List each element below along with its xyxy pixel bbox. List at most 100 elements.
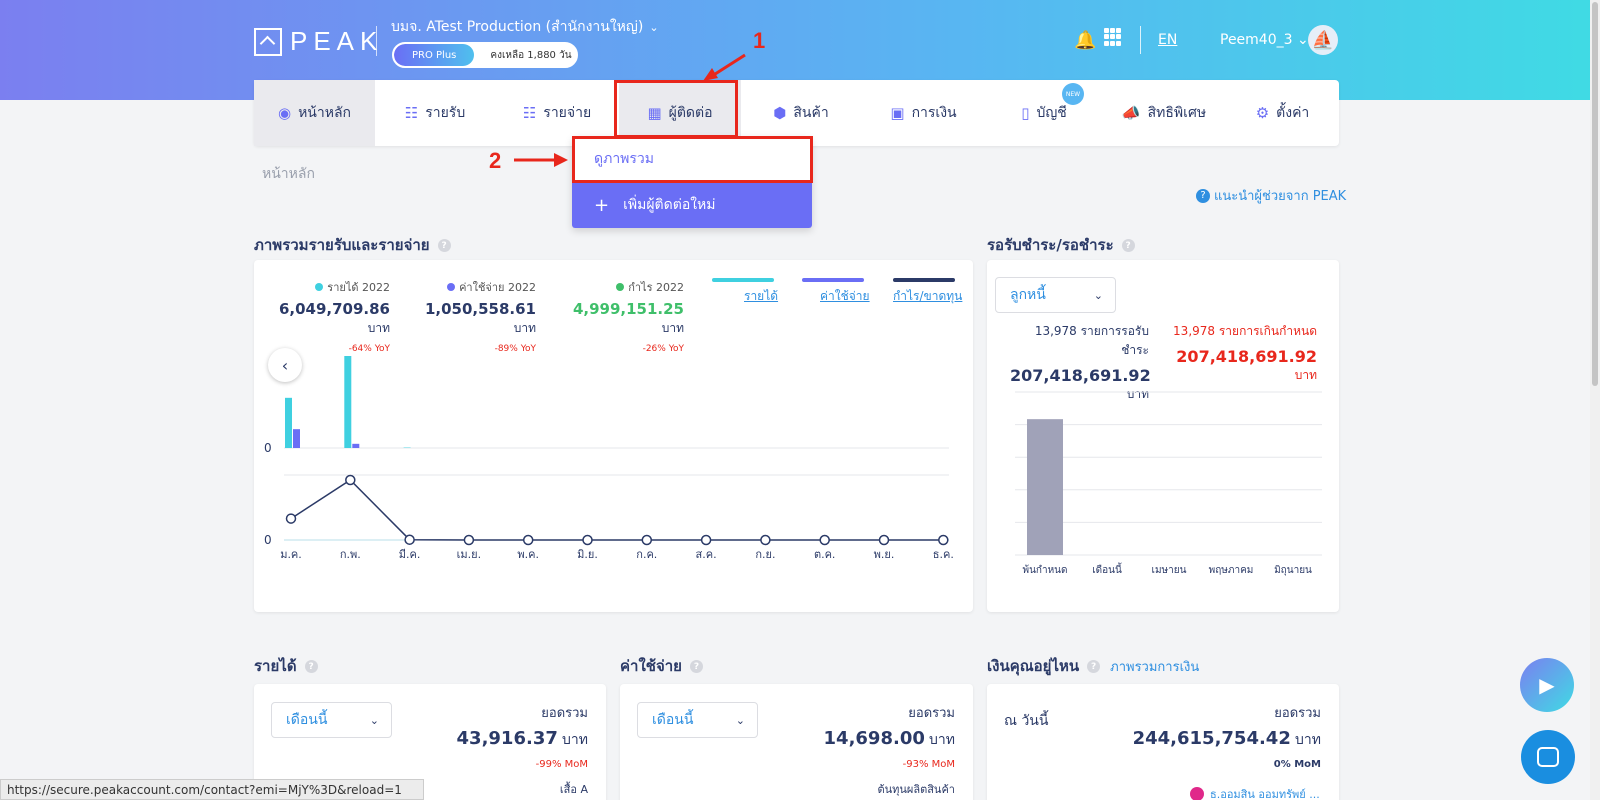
x-tick-label: เม.ย. [457,548,481,561]
question-icon: ? [1196,188,1210,203]
bar-revenue [344,356,352,448]
x-tick-label: ส.ค. [696,548,717,561]
profit-point [700,534,712,546]
bell-icon[interactable]: 🔔 [1074,30,1096,51]
nav-item-finance[interactable]: ▣ การเงิน [861,80,986,146]
company-name: บมจ. ATest Production (สำนักงานใหญ่) [391,19,644,35]
peak-logo[interactable]: PEAK [254,26,383,57]
legend-line-expense [802,278,864,282]
overdue-amount: 207,418,691.92 [1176,347,1317,366]
help-icon[interactable]: ? [304,660,318,673]
apps-grid-icon[interactable] [1104,28,1122,46]
x-tick-label: มิถุนายน [1274,565,1312,576]
user-menu[interactable]: Peem40_3 ⌄ [1220,32,1309,48]
chat-button[interactable] [1521,730,1575,784]
scrollbar-thumb[interactable] [1592,2,1598,386]
avatar[interactable]: ⛵ [1308,25,1338,55]
money-mom: 0% MoM [1273,759,1321,770]
expense-mom: -93% MoM [902,759,955,770]
help-icon[interactable]: ? [1121,239,1135,252]
x-tick-label: พ้นกำหนด [1022,564,1067,576]
x-tick-label: พ.ย. [874,548,895,561]
expense-title: ค่าใช้จ่าย? [620,654,703,678]
company-selector[interactable]: บมจ. ATest Production (สำนักงานใหญ่) ⌄ [391,16,659,38]
chevron-left-icon: ‹ [281,355,289,375]
help-icon[interactable]: ? [1087,660,1101,673]
income-period-select[interactable]: เดือนนี้ ⌄ [271,702,392,738]
select-value: ลูกหนี้ [1010,287,1046,303]
profit-point [582,534,593,546]
profit-point [285,513,297,524]
money-total: ยอดรวม 244,615,754.42 บาท 0% MoM [1120,702,1321,770]
user-name: Peem40_3 [1220,32,1293,48]
profit-dot [616,283,625,291]
language-switch[interactable]: EN [1158,32,1177,48]
tutorial-play-button[interactable]: ▶ [1520,658,1574,712]
bank-account-item[interactable]: ธ.ออมสิน ออมทรัพย์ ... [1190,785,1320,800]
income-unit: บาท [562,732,588,748]
profit-point [878,534,890,546]
annotation-box-1 [614,80,738,138]
logo-divider [376,26,377,56]
overview-chart: 0 0 ม.ค. ก.พ. มี.ค. เม.ย. พ.ค. มิ.ย. ก.ค. ส.ค. ก.ย… [264,356,954,561]
stat-unit: บาท [661,321,684,335]
help-icon[interactable]: ? [437,239,451,252]
nav-item-privileges[interactable]: 📣 สิทธิพิเศษ [1102,80,1226,146]
income-list-icon: ☷ [404,104,419,122]
bank-account-name: ธ.ออมสิน ออมทรัพย์ ... [1210,788,1320,800]
breadcrumb[interactable]: หน้าหลัก [262,163,315,185]
annotation-arrowhead-2 [554,153,568,167]
nav-item-income[interactable]: ☷ รายรับ [375,80,495,146]
receivables-chart: พ้นกำหนด เดือนนี้ เมษายน พฤษภาคม มิถุนายน [1015,391,1322,576]
stat-unit: บาท [513,321,536,335]
legend-profit[interactable]: กำไร/ขาดทุน [893,287,962,306]
nav-item-accounting[interactable]: ▯ บัญชี [986,80,1102,146]
select-value: เดือนนี้ [286,712,328,728]
header-divider [1140,26,1141,54]
revenue-dot [315,283,324,291]
total-label: ยอดรวม [541,706,588,721]
x-tick-label: ต.ค. [814,548,836,561]
profit-point [641,534,653,546]
money-unit: บาท [1295,732,1321,748]
finance-overview-link[interactable]: ภาพรวมการเงิน [1110,660,1199,675]
logo-mark-icon [254,27,282,56]
overview-title-text: ภาพรวมรายรับและรายจ่าย [254,236,430,254]
legend-revenue[interactable]: รายได้ [744,287,778,306]
plan-tag: PRO Plus [394,44,475,66]
chevron-down-icon: ⌄ [1296,32,1309,48]
receivables-type-select[interactable]: ลูกหนี้ ⌄ [995,277,1116,313]
overdue-summary: 13,978 รายการเกินกำหนด 207,418,691.92 บา… [1172,322,1317,385]
annotation-box-2 [572,136,813,183]
helper-link[interactable]: ? แนะนำผู้ช่วยจาก PEAK [1196,185,1346,206]
x-tick-label: เมษายน [1152,565,1187,576]
help-icon[interactable]: ? [689,660,703,673]
play-icon: ▶ [1539,673,1555,697]
dropdown-item-add-contact[interactable]: + เพิ่มผู้ติดต่อใหม่ [572,182,812,228]
x-tick-label: พ.ค. [517,548,539,561]
chat-icon [1537,747,1559,767]
income-title: รายได้? [254,654,318,678]
expense-period-select[interactable]: เดือนนี้ ⌄ [637,702,758,738]
nav-item-home[interactable]: ◉ หน้าหลัก [254,80,375,146]
status-bar-url: https://secure.peakaccount.com/contact?e… [0,779,424,800]
x-tick-label: ธ.ค. [933,548,954,561]
chevron-down-icon: ⌄ [1093,288,1103,302]
bar-zero-label: 0 [264,441,272,455]
overdue-count: 13,978 รายการเกินกำหนด [1173,324,1317,338]
box-icon: ⬢ [773,104,787,122]
stat-label: ค่าใช้จ่าย 2022 [459,281,536,294]
x-tick-label: ก.ค. [636,548,657,561]
overview-title: ภาพรวมรายรับและรายจ่าย? [254,233,451,257]
stat-value: 4,999,151.25 [572,300,684,318]
x-tick-label: มี.ค. [399,548,421,561]
plan-badge[interactable]: PRO Plus คงเหลือ 1,880 วัน [392,42,578,68]
chart-prev-button[interactable]: ‹ [268,348,302,382]
legend-line-revenue [712,278,774,282]
expense-total: ยอดรวม 14,698.00 บาท -93% MoM ต้นทุนผลิต… [786,702,955,798]
bar-revenue [285,397,292,448]
book-icon: ▯ [1021,104,1030,122]
page-scrollbar[interactable] [1590,0,1600,800]
legend-expense[interactable]: ค่าใช้จ่าย [820,287,870,306]
nav-item-settings[interactable]: ⚙ ตั้งค่า [1226,80,1339,146]
